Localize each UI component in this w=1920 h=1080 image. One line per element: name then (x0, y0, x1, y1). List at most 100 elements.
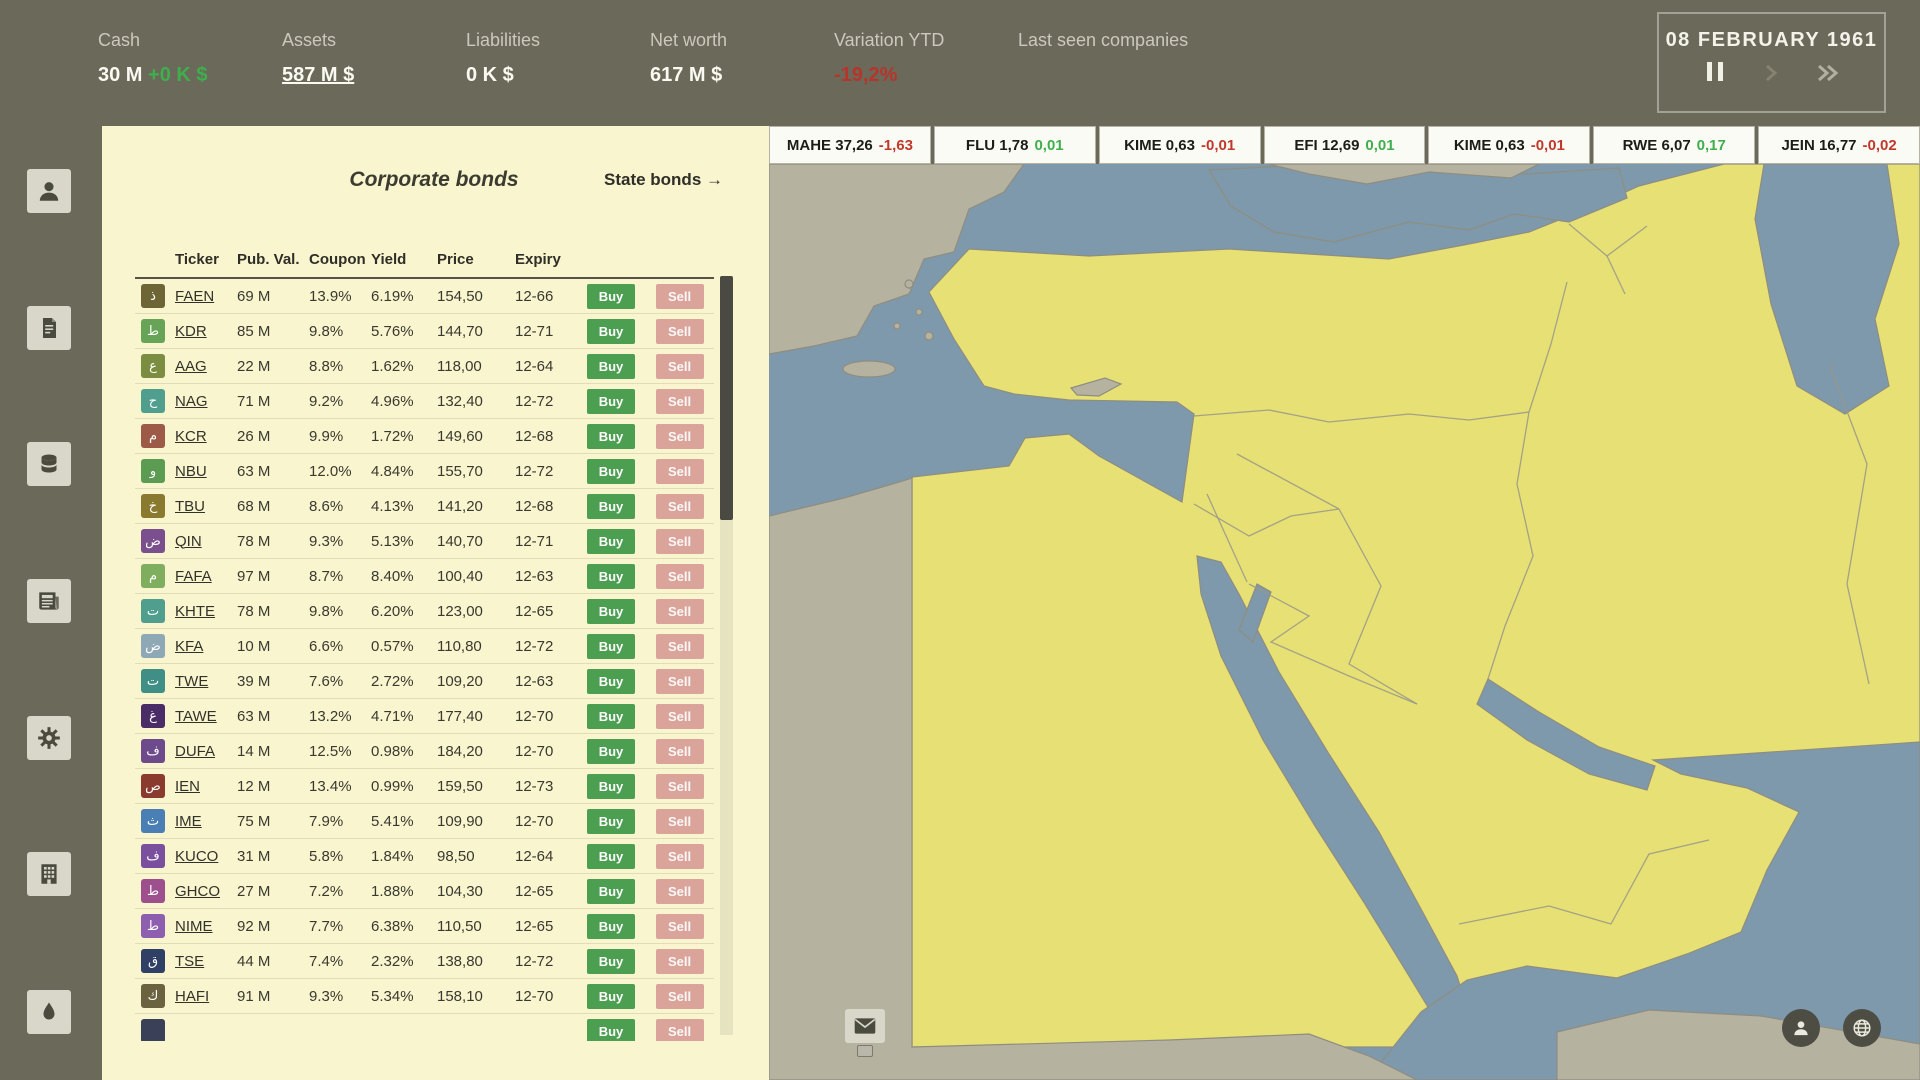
buy-button[interactable]: Buy (587, 809, 635, 834)
ticker-item[interactable]: EFI 12,690,01 (1264, 126, 1426, 164)
bond-pub-val: 68 M (237, 498, 309, 515)
buy-button[interactable]: Buy (587, 424, 635, 449)
column-header: Ticker (175, 251, 237, 268)
bond-yield: 6.20% (371, 603, 437, 620)
bond-ticker-link[interactable]: TWE (175, 673, 237, 690)
bond-ticker-link[interactable]: FAFA (175, 568, 237, 585)
sell-button[interactable]: Sell (656, 669, 704, 694)
sell-button[interactable]: Sell (656, 844, 704, 869)
play-button[interactable] (1762, 61, 1780, 85)
stock-ticker-bar: MAHE 37,26-1,63FLU 1,780,01KIME 0,63-0,0… (769, 126, 1920, 164)
bond-ticker-link[interactable]: KUCO (175, 848, 237, 865)
bond-ticker-link[interactable]: AAG (175, 358, 237, 375)
sell-button[interactable]: Sell (656, 494, 704, 519)
ticker-item[interactable]: RWE 6,070,17 (1593, 126, 1755, 164)
person-icon (36, 178, 62, 204)
buy-button[interactable]: Buy (587, 389, 635, 414)
bond-coupon: 8.8% (309, 358, 371, 375)
sell-button[interactable]: Sell (656, 284, 704, 309)
state-bonds-link[interactable]: State bonds → (604, 170, 723, 190)
buy-button[interactable]: Buy (587, 354, 635, 379)
buy-button[interactable]: Buy (587, 984, 635, 1009)
buy-button[interactable]: Buy (587, 494, 635, 519)
bond-ticker-link[interactable]: NIME (175, 918, 237, 935)
sell-button[interactable]: Sell (656, 634, 704, 659)
buy-button[interactable]: Buy (587, 949, 635, 974)
bond-ticker-link[interactable]: IEN (175, 778, 237, 795)
sell-button[interactable]: Sell (656, 459, 704, 484)
buy-button[interactable]: Buy (587, 669, 635, 694)
bond-pub-val: 63 M (237, 463, 309, 480)
bond-ticker-link[interactable]: KDR (175, 323, 237, 340)
sell-button[interactable]: Sell (656, 599, 704, 624)
buy-button[interactable]: Buy (587, 914, 635, 939)
bond-ticker-link[interactable]: QIN (175, 533, 237, 550)
sell-button[interactable]: Sell (656, 949, 704, 974)
bond-ticker-link[interactable]: KHTE (175, 603, 237, 620)
bond-expiry: 12-68 (515, 428, 577, 445)
scrollbar-thumb[interactable] (720, 276, 733, 520)
bond-ticker-link[interactable]: IME (175, 813, 237, 830)
buy-button[interactable]: Buy (587, 459, 635, 484)
sell-button[interactable]: Sell (656, 739, 704, 764)
ticker-item[interactable]: MAHE 37,26-1,63 (769, 126, 931, 164)
pause-button[interactable] (1704, 61, 1726, 85)
bond-ticker-link[interactable]: FAEN (175, 288, 237, 305)
bond-ticker-link[interactable]: DUFA (175, 743, 237, 760)
sell-button[interactable]: Sell (656, 389, 704, 414)
sidebar-item-commodities[interactable] (27, 990, 71, 1034)
bond-ticker-link[interactable]: KFA (175, 638, 237, 655)
bond-icon: ث (141, 809, 165, 833)
ticker-item[interactable]: KIME 0,63-0,01 (1099, 126, 1261, 164)
stat-value[interactable]: 587 M $ (282, 64, 466, 87)
bond-ticker-link[interactable]: NBU (175, 463, 237, 480)
sell-button[interactable]: Sell (656, 529, 704, 554)
bond-ticker-link[interactable]: NAG (175, 393, 237, 410)
sidebar-item-news[interactable] (27, 579, 71, 623)
sell-button[interactable]: Sell (656, 1019, 704, 1042)
buy-button[interactable]: Buy (587, 599, 635, 624)
world-map[interactable] (769, 164, 1920, 1080)
buy-button[interactable]: Buy (587, 844, 635, 869)
buy-button[interactable]: Buy (587, 879, 635, 904)
sidebar-item-contracts[interactable] (27, 306, 71, 350)
buy-button[interactable]: Buy (587, 774, 635, 799)
buy-button[interactable]: Buy (587, 739, 635, 764)
ticker-item[interactable]: KIME 0,63-0,01 (1428, 126, 1590, 164)
sell-button[interactable]: Sell (656, 564, 704, 589)
fast-forward-button[interactable] (1816, 61, 1840, 85)
sell-button[interactable]: Sell (656, 354, 704, 379)
sell-button[interactable]: Sell (656, 984, 704, 1009)
sell-button[interactable]: Sell (656, 914, 704, 939)
table-scrollbar[interactable] (720, 276, 733, 1035)
bond-ticker-link[interactable]: TSE (175, 953, 237, 970)
ticker-item[interactable]: FLU 1,780,01 (934, 126, 1096, 164)
sell-button[interactable]: Sell (656, 704, 704, 729)
sell-button[interactable]: Sell (656, 424, 704, 449)
sidebar-item-companies[interactable] (27, 852, 71, 896)
sell-button[interactable]: Sell (656, 809, 704, 834)
buy-button[interactable]: Buy (587, 284, 635, 309)
sell-button[interactable]: Sell (656, 319, 704, 344)
ticker-item[interactable]: JEIN 16,77-0,02 (1758, 126, 1920, 164)
sidebar-item-markets[interactable] (27, 442, 71, 486)
mail-button[interactable] (845, 1009, 885, 1043)
buy-button[interactable]: Buy (587, 529, 635, 554)
bond-ticker-link[interactable]: GHCO (175, 883, 237, 900)
bond-ticker-link[interactable]: TAWE (175, 708, 237, 725)
buy-button[interactable]: Buy (587, 1019, 635, 1042)
sell-button[interactable]: Sell (656, 879, 704, 904)
sell-button[interactable]: Sell (656, 774, 704, 799)
bond-row: مFAFA97 M8.7%8.40%100,4012-63BuySell (135, 559, 714, 594)
buy-button[interactable]: Buy (587, 319, 635, 344)
population-button[interactable] (1782, 1009, 1820, 1047)
buy-button[interactable]: Buy (587, 704, 635, 729)
buy-button[interactable]: Buy (587, 634, 635, 659)
bond-ticker-link[interactable]: TBU (175, 498, 237, 515)
buy-button[interactable]: Buy (587, 564, 635, 589)
sidebar-item-portfolio[interactable] (27, 169, 71, 213)
bond-ticker-link[interactable]: KCR (175, 428, 237, 445)
globe-button[interactable] (1843, 1009, 1881, 1047)
bond-ticker-link[interactable]: HAFI (175, 988, 237, 1005)
sidebar-item-settings[interactable] (27, 716, 71, 760)
